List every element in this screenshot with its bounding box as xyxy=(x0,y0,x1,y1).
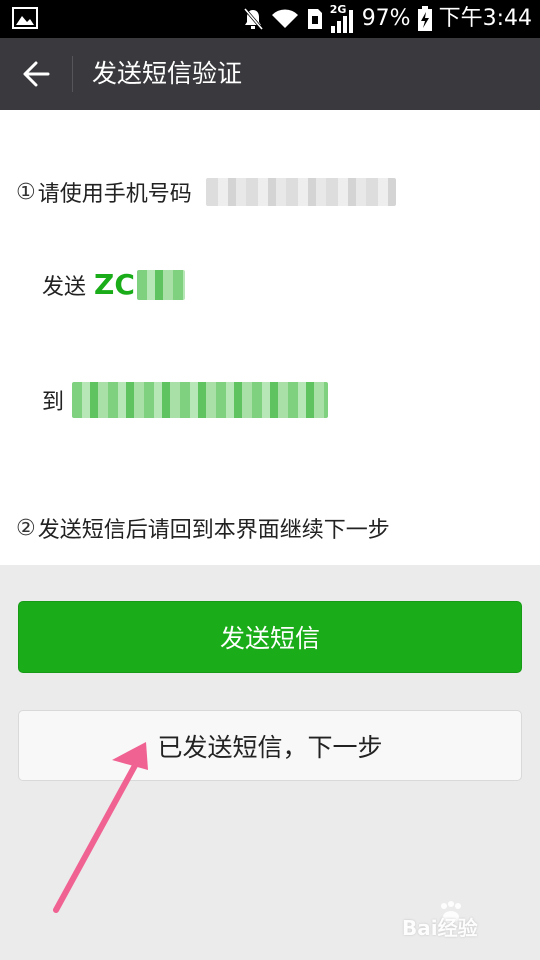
watermark: Bai经验 xyxy=(402,900,512,940)
sim-icon xyxy=(307,9,322,29)
sms-code-redacted xyxy=(136,269,185,300)
send-sms-button[interactable]: 发送短信 xyxy=(18,601,522,673)
signal-group: 2G xyxy=(330,3,356,34)
watermark-text: Bai经验 xyxy=(402,916,478,940)
step-2-number: ② xyxy=(16,515,36,541)
send-code-row: 发送 ZC xyxy=(42,268,185,301)
step-2-text: 发送短信后请回到本界面继续下一步 xyxy=(37,518,390,543)
content-card: ① 请使用手机号码 发送 ZC 到 ② 发送短信后请回到本界面继续下一步 xyxy=(0,110,540,565)
status-right: 2G 97% 下午3:44 xyxy=(242,0,532,38)
mute-icon xyxy=(243,8,263,30)
status-bar: 2G 97% 下午3:44 xyxy=(0,0,540,38)
gallery-icon xyxy=(12,7,38,29)
step-1-text: 请使用手机号码 xyxy=(37,182,192,207)
target-number-redacted xyxy=(72,382,329,418)
app-header: 发送短信验证 xyxy=(0,38,540,110)
step-2: ② 发送短信后请回到本界面继续下一步 xyxy=(16,512,390,544)
sent-next-button[interactable]: 已发送短信，下一步 xyxy=(18,710,522,781)
step-1: ① 请使用手机号码 xyxy=(16,176,396,208)
clock: 下午3:44 xyxy=(438,6,532,31)
send-to-row: 到 xyxy=(42,382,329,418)
step-1-number: ① xyxy=(16,179,36,205)
battery-percent: 97% xyxy=(361,6,411,31)
to-label: 到 xyxy=(42,390,65,415)
send-label: 发送 xyxy=(42,274,87,300)
sms-code: ZC xyxy=(94,268,135,301)
screen: 2G 97% 下午3:44 发送短信验证 ① 请使用手机号码 发送 ZC 到 ②… xyxy=(0,0,540,960)
back-button[interactable] xyxy=(0,38,72,110)
page-title: 发送短信验证 xyxy=(92,59,243,88)
phone-number-redacted xyxy=(205,178,396,206)
header-divider xyxy=(72,56,73,92)
back-arrow-icon xyxy=(23,61,50,87)
wifi-icon xyxy=(271,9,298,28)
signal-icon xyxy=(330,10,353,33)
battery-icon xyxy=(417,6,432,31)
